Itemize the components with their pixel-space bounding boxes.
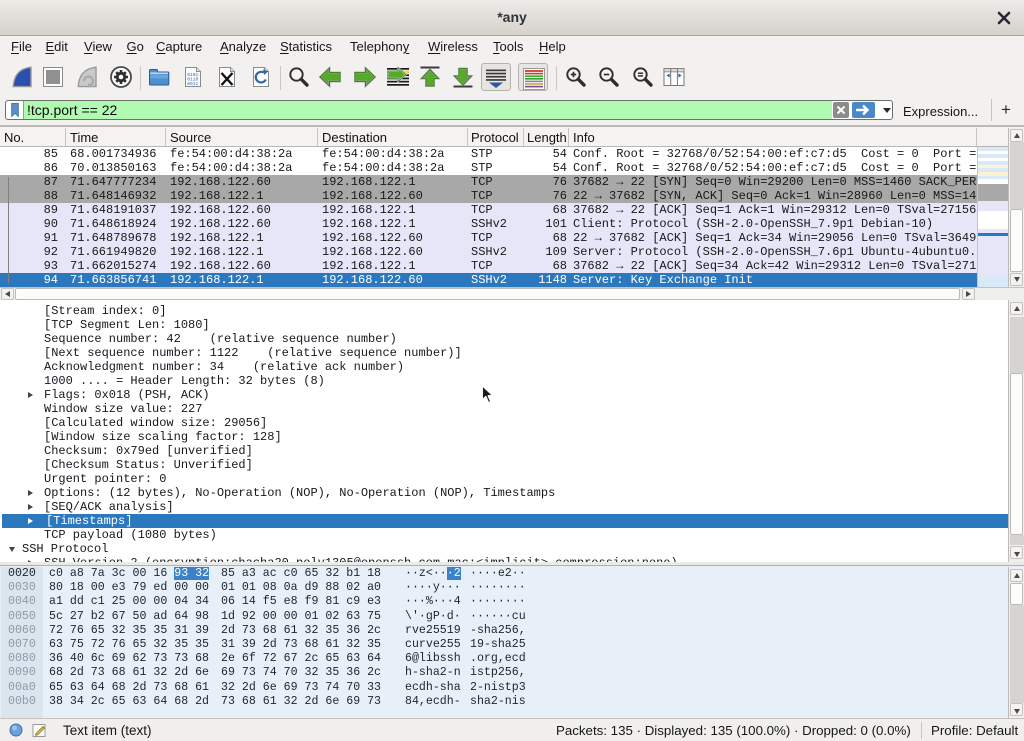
svg-text:0011: 0011 [187,81,198,87]
